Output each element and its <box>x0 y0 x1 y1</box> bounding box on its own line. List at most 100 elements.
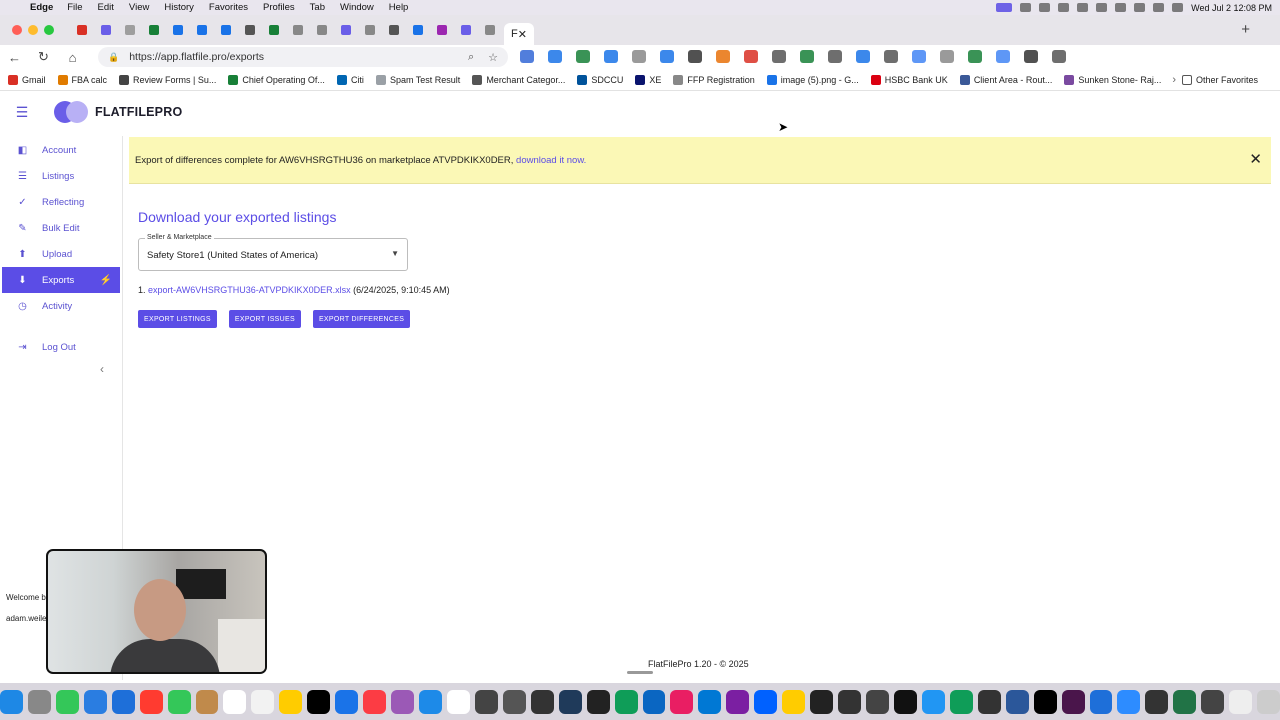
dock-app-icon[interactable] <box>614 689 638 714</box>
dock-app-icon[interactable] <box>558 689 582 714</box>
extension-icon[interactable] <box>1052 50 1066 63</box>
menu-edit[interactable]: Edit <box>98 2 114 13</box>
zoom-icon[interactable]: ⌕ <box>468 51 474 64</box>
dock-app-icon[interactable] <box>782 689 806 714</box>
browser-tab[interactable] <box>144 21 164 39</box>
sidebar-item-reflecting[interactable]: ✓ Reflecting <box>0 189 122 215</box>
browser-tab[interactable] <box>120 21 140 39</box>
browser-tab[interactable] <box>240 21 260 39</box>
dock-app-icon[interactable] <box>363 689 387 714</box>
browser-tab[interactable] <box>216 21 236 39</box>
extension-icon[interactable] <box>576 50 590 63</box>
bookmark-item[interactable]: image (5).png - G... <box>766 74 859 85</box>
menu-tab[interactable]: Tab <box>310 2 325 13</box>
other-favorites[interactable]: Other Favorites <box>1181 74 1258 85</box>
bookmark-item[interactable]: Citi <box>336 74 364 85</box>
sidebar-item-account[interactable]: ◧ Account <box>0 137 122 163</box>
dock-app-icon[interactable] <box>111 689 135 714</box>
extension-icon[interactable] <box>744 50 758 63</box>
dock-app-icon[interactable] <box>1201 689 1225 714</box>
extension-icon[interactable] <box>604 50 618 63</box>
dock-app-icon[interactable] <box>1089 689 1113 714</box>
dock-app-icon[interactable] <box>977 689 1001 714</box>
logo[interactable]: FLATFILEPRO <box>54 101 182 123</box>
collapse-sidebar-icon[interactable]: ‹ <box>100 362 104 376</box>
url-bar[interactable]: 🔒 https://app.flatfile.pro/exports ⌕ ☆ <box>98 47 508 67</box>
dock-app-icon[interactable] <box>83 689 107 714</box>
bookmark-item[interactable]: FBA calc <box>57 74 107 85</box>
refresh-icon[interactable]: ↻ <box>29 49 58 65</box>
dock-app-icon[interactable] <box>1173 689 1197 714</box>
browser-tab[interactable] <box>384 21 404 39</box>
dock-app-icon[interactable] <box>167 689 191 714</box>
dock-app-icon[interactable] <box>810 689 834 714</box>
dock-app-icon[interactable] <box>307 689 331 714</box>
status-icon[interactable] <box>1020 3 1032 12</box>
bookmark-item[interactable]: Review Forms | Su... <box>119 74 216 85</box>
extension-icon[interactable] <box>912 50 926 63</box>
extension-icon[interactable] <box>1024 50 1038 63</box>
dock-app-icon[interactable] <box>726 689 750 714</box>
dock-app-icon[interactable] <box>335 689 359 714</box>
menu-file[interactable]: File <box>67 2 82 13</box>
status-icon[interactable] <box>1058 3 1070 12</box>
browser-tab[interactable] <box>408 21 428 39</box>
extension-icon[interactable] <box>772 50 786 63</box>
back-icon[interactable]: ← <box>0 50 29 65</box>
dock-app-icon[interactable] <box>474 689 498 714</box>
dock-app-icon[interactable] <box>1229 689 1253 714</box>
scrollbar[interactable] <box>627 671 653 674</box>
dock-app-icon[interactable] <box>838 689 861 714</box>
bookmark-item[interactable]: FFP Registration <box>673 74 755 85</box>
dock-app-icon[interactable] <box>251 689 275 714</box>
bookmark-item[interactable]: Chief Operating Of... <box>228 74 325 85</box>
menu-help[interactable]: Help <box>389 2 409 13</box>
download-link[interactable]: download it now. <box>516 155 586 166</box>
status-icon[interactable] <box>1096 3 1108 12</box>
browser-tab[interactable] <box>456 21 476 39</box>
dock-app-icon[interactable] <box>223 689 247 714</box>
dock-app-icon[interactable] <box>502 689 526 714</box>
bookmark-item[interactable]: Gmail <box>8 74 46 85</box>
dock-app-icon[interactable] <box>670 689 694 714</box>
dock-app-icon[interactable] <box>446 689 470 714</box>
extension-icon[interactable] <box>520 50 534 63</box>
close-tab-icon[interactable]: ✕ <box>518 28 527 41</box>
browser-tab[interactable] <box>360 21 380 39</box>
export-file-link[interactable]: export-AW6VHSRGTHU36-ATVPDKIKX0DER.xlsx <box>148 285 351 295</box>
extension-icon[interactable] <box>800 50 814 63</box>
clock[interactable]: Wed Jul 2 12:08 PM <box>1191 3 1272 13</box>
dock-app-icon[interactable] <box>139 689 163 714</box>
favorite-star-icon[interactable]: ☆ <box>488 51 498 64</box>
dock-app-icon[interactable] <box>1257 689 1280 714</box>
minimize-window-icon[interactable] <box>28 25 38 35</box>
dock-app-icon[interactable] <box>754 689 778 714</box>
bookmark-item[interactable]: XE <box>635 74 661 85</box>
new-tab-icon[interactable]: + <box>1241 21 1250 38</box>
menu-history[interactable]: History <box>164 2 194 13</box>
browser-tab[interactable] <box>480 21 500 39</box>
bookmark-item[interactable]: Client Area - Rout... <box>959 74 1052 85</box>
dock-app-icon[interactable] <box>279 689 303 714</box>
bookmark-item[interactable]: SDCCU <box>577 74 623 85</box>
dock-app-icon[interactable] <box>642 689 666 714</box>
dock-app-icon[interactable] <box>1145 689 1169 714</box>
dock-app-icon[interactable] <box>586 689 610 714</box>
browser-tab[interactable] <box>192 21 212 39</box>
browser-tab[interactable] <box>168 21 188 39</box>
control-center-icon[interactable] <box>1172 3 1184 12</box>
extension-icon[interactable] <box>996 50 1010 63</box>
extension-icon[interactable] <box>632 50 646 63</box>
dock-app-icon[interactable] <box>1033 689 1057 714</box>
browser-tab[interactable] <box>288 21 308 39</box>
menu-window[interactable]: Window <box>340 2 374 13</box>
menu-favorites[interactable]: Favorites <box>209 2 248 13</box>
bookmark-item[interactable]: Sunken Stone- Raj... <box>1064 74 1161 85</box>
browser-tab[interactable] <box>312 21 332 39</box>
extension-icon[interactable] <box>828 50 842 63</box>
url-text[interactable]: https://app.flatfile.pro/exports <box>129 51 264 63</box>
seller-marketplace-select[interactable]: Seller & Marketplace Safety Store1 (Unit… <box>138 234 408 271</box>
menu-profiles[interactable]: Profiles <box>263 2 295 13</box>
extension-icon[interactable] <box>968 50 982 63</box>
bookmark-item[interactable]: Merchant Categor... <box>472 74 565 85</box>
